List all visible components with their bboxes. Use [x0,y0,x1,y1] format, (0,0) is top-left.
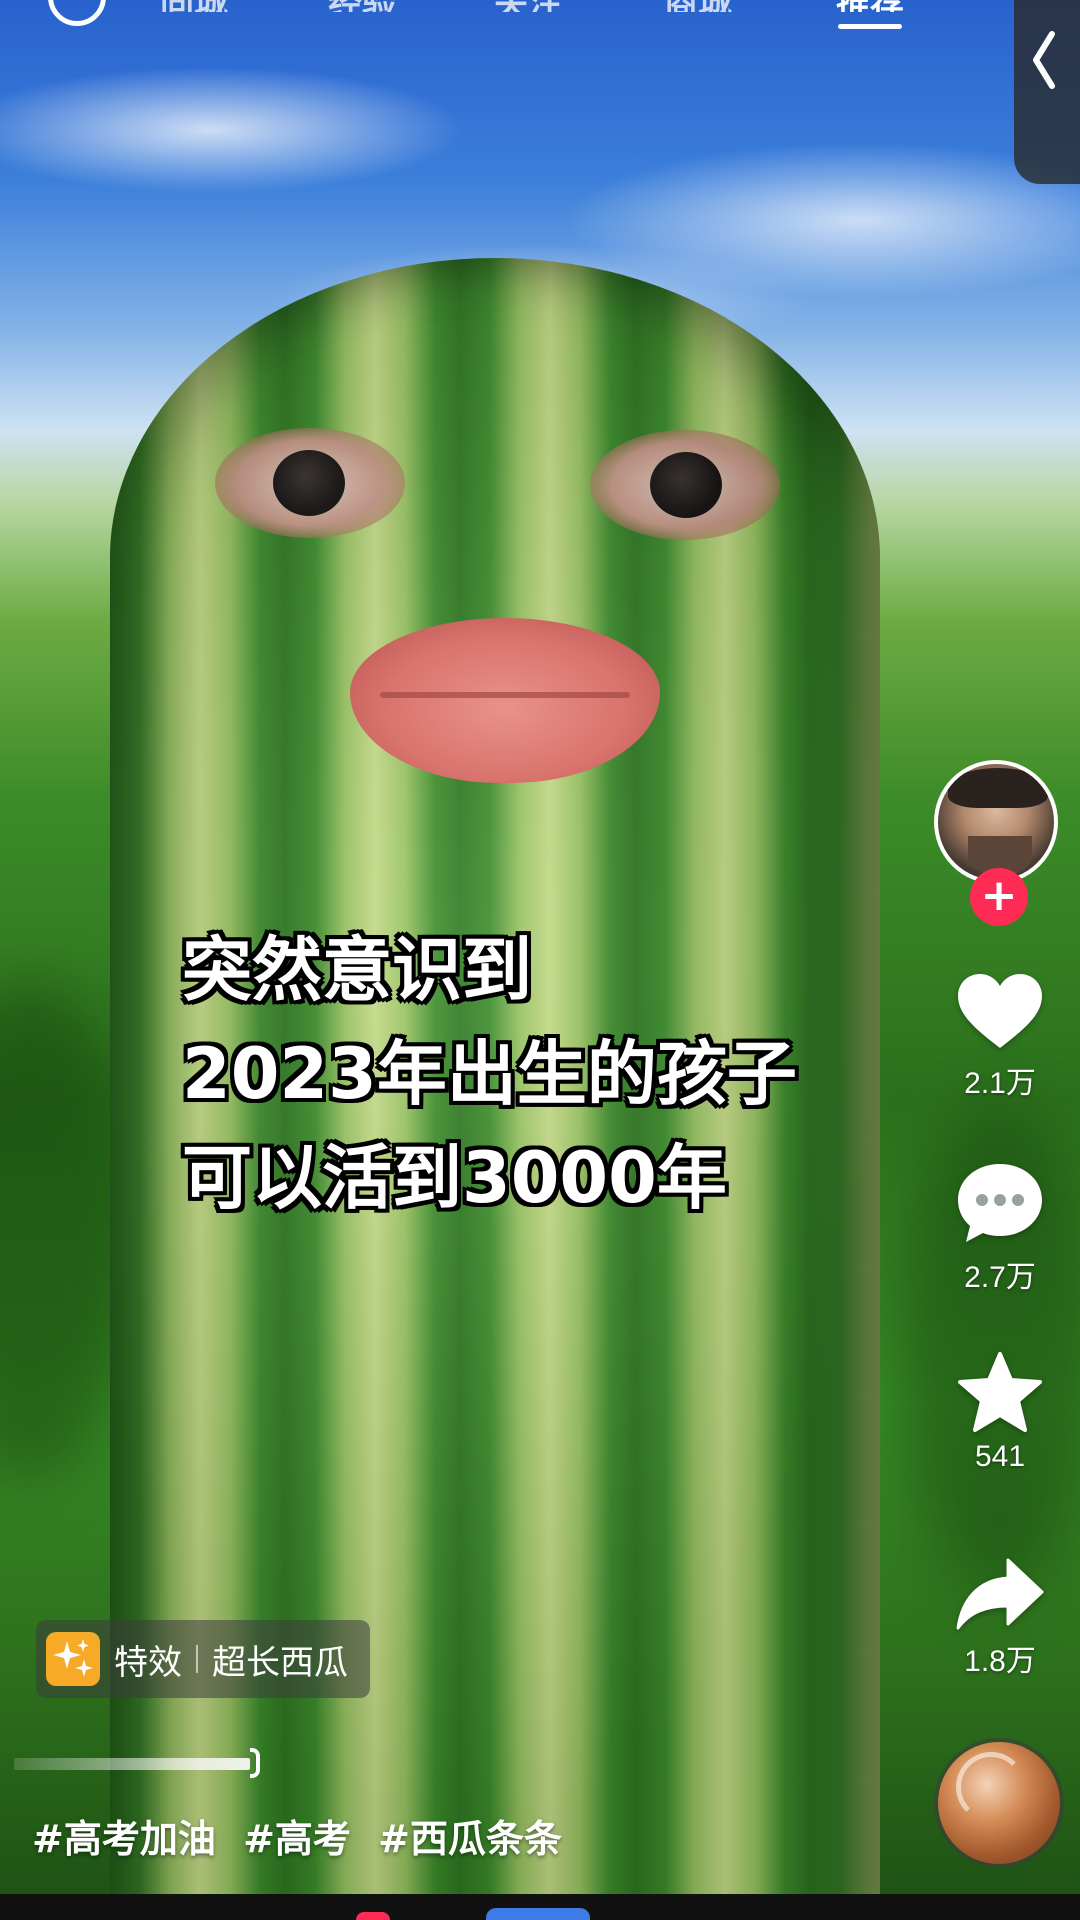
like-button[interactable]: 2.1万 [930,972,1070,1102]
hashtag-link[interactable]: #高考 [243,1817,351,1861]
tab-following[interactable]: 关注 [494,0,562,12]
video-feed-screen[interactable]: 突然意识到 2023年出生的孩子 可以活到3000年 同城 经验 关注 商城 推… [0,0,1080,1920]
share-button[interactable]: 1.8万 [930,1558,1070,1680]
live-icon[interactable] [48,0,106,26]
left-eye [215,428,405,538]
divider [196,1645,198,1673]
creator-avatar[interactable] [934,760,1058,884]
create-button-edge[interactable] [356,1912,390,1920]
star-icon [958,1352,1042,1432]
left-iris [273,450,345,516]
effect-name: 超长西瓜 [212,1642,348,1683]
sparkle-glyph [53,1639,93,1677]
progress-cap [250,1748,260,1778]
right-iris [650,452,722,518]
effect-tag[interactable]: 特效 超长西瓜 [36,1620,370,1698]
share-arrow-icon [956,1558,1044,1630]
top-navigation: 同城 经验 关注 商城 推荐 [0,0,1080,40]
comment-button[interactable]: 2.7万 [930,1162,1070,1296]
follow-button[interactable]: + [970,868,1028,926]
sparkle-icon [46,1632,100,1686]
effect-tag-label: 特效 [114,1642,182,1683]
music-disc[interactable] [938,1742,1060,1864]
progress-bar [14,1758,250,1770]
bottom-tab-bar [0,1894,1080,1920]
right-eye [590,430,780,540]
hashtag-link[interactable]: #西瓜条条 [378,1817,562,1861]
share-count: 1.8万 [964,1645,1036,1678]
favorite-button[interactable]: 541 [930,1352,1070,1474]
avatar-hair [948,768,1048,808]
chevron-left-icon [1033,31,1055,89]
like-count: 2.1万 [964,1067,1036,1100]
active-tab-indicator [838,24,902,29]
side-panel-handle[interactable] [1014,0,1080,184]
hashtag-link[interactable]: #高考加油 [32,1817,216,1861]
tab-recommend[interactable]: 推荐 [836,0,904,12]
hashtag-row: #高考加油 #高考 #西瓜条条 [32,1808,576,1863]
favorite-count: 541 [974,1440,1026,1473]
tab-experience[interactable]: 经验 [328,0,396,12]
caption-line: 2023年出生的孩子 [182,1033,797,1115]
caption-line: 突然意识到 [182,929,532,1011]
comment-icon [958,1164,1042,1242]
tab-mall[interactable]: 商城 [664,0,732,12]
create-button-edge[interactable] [486,1908,590,1920]
video-progress-indicator [14,1748,260,1782]
heart-icon [958,974,1042,1048]
comment-count: 2.7万 [964,1261,1036,1294]
video-caption: 突然意识到 2023年出生的孩子 可以活到3000年 [182,918,902,1230]
tab-local[interactable]: 同城 [160,0,228,12]
caption-line: 可以活到3000年 [182,1137,727,1219]
